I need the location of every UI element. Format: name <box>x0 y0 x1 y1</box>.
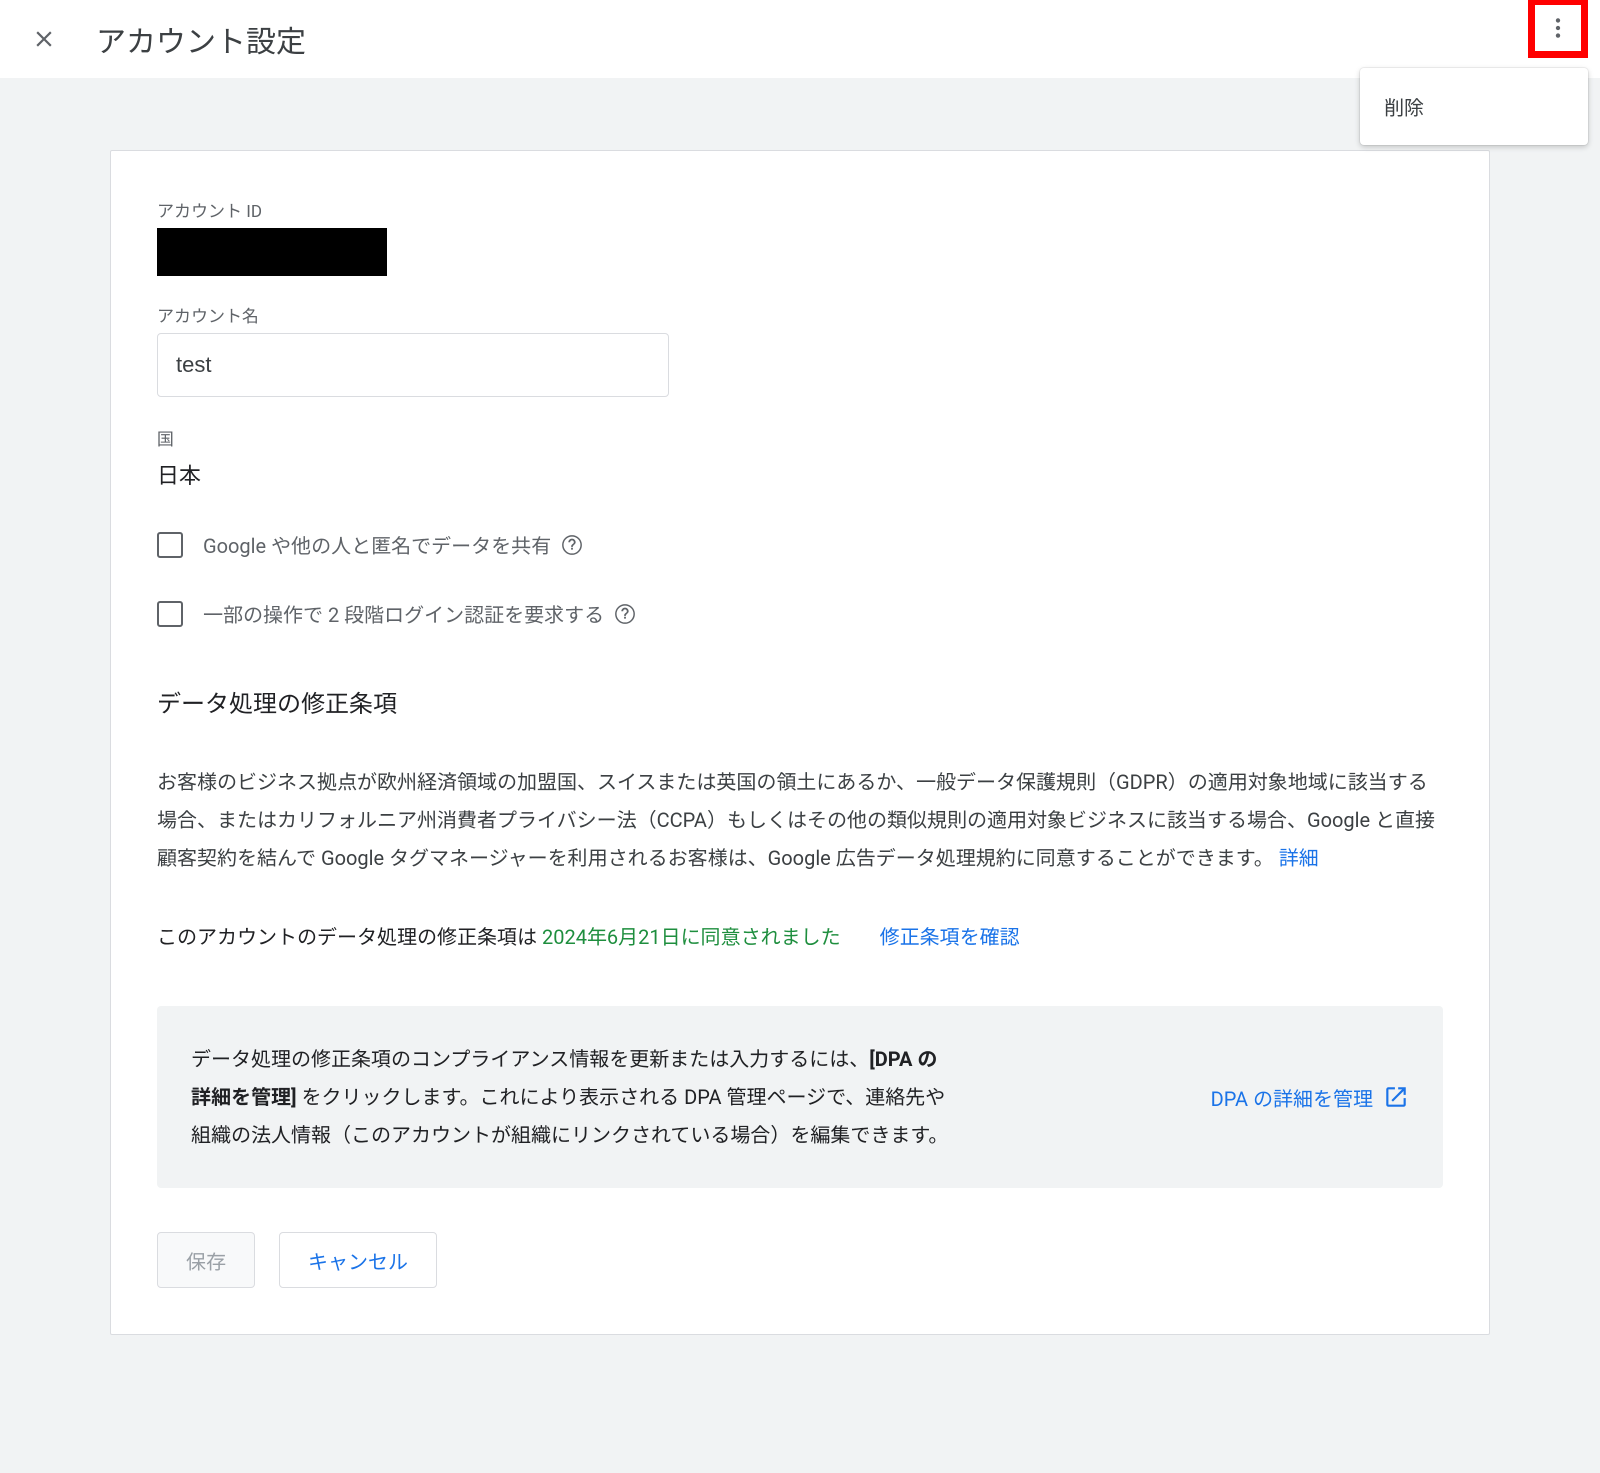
dpa-info-text: データ処理の修正条項のコンプライアンス情報を更新または入力するには、[DPA の… <box>191 1040 951 1154</box>
dpa-manage-link[interactable]: DPA の詳細を管理 <box>1211 1083 1409 1112</box>
dpa-details-link[interactable]: 詳細 <box>1279 846 1319 870</box>
account-id-label: アカウント ID <box>157 197 1443 222</box>
dpa-agree-date: 2024年6月21日に同意されました <box>542 925 841 949</box>
help-icon[interactable] <box>614 603 636 625</box>
dpa-heading: データ処理の修正条項 <box>157 684 1443 719</box>
anon-share-label: Google や他の人と匿名でデータを共有 <box>203 530 551 559</box>
open-in-new-icon <box>1383 1084 1409 1110</box>
menu-item-delete[interactable]: 削除 <box>1360 78 1588 135</box>
close-button[interactable] <box>20 15 68 63</box>
more-menu-dropdown: 削除 <box>1360 68 1588 145</box>
two-step-checkbox[interactable] <box>157 601 183 627</box>
dpa-agreement-row: このアカウントのデータ処理の修正条項は 2024年6月21日に同意されました 修… <box>157 921 1443 950</box>
dpa-info-box: データ処理の修正条項のコンプライアンス情報を更新または入力するには、[DPA の… <box>157 1006 1443 1188</box>
country-label: 国 <box>157 425 1443 450</box>
two-step-label: 一部の操作で 2 段階ログイン認証を要求する <box>203 599 604 628</box>
help-icon[interactable] <box>561 534 583 556</box>
account-id-value-redacted <box>157 228 387 276</box>
anon-share-checkbox[interactable] <box>157 532 183 558</box>
dpa-body: お客様のビジネス拠点が欧州経済領域の加盟国、スイスまたは英国の領土にあるか、一般… <box>157 763 1443 877</box>
save-button: 保存 <box>157 1232 255 1288</box>
dialog-title: アカウント設定 <box>96 17 306 61</box>
country-value: 日本 <box>157 458 1443 490</box>
account-name-input[interactable] <box>157 333 669 397</box>
more-menu-button[interactable] <box>1528 0 1588 58</box>
close-icon <box>31 26 57 52</box>
cancel-button[interactable]: キャンセル <box>279 1232 437 1288</box>
dialog-header: アカウント設定 削除 <box>0 0 1600 78</box>
more-vert-icon <box>1545 15 1571 41</box>
settings-card: アカウント ID アカウント名 国 日本 Google や他の人と匿名でデータを… <box>110 150 1490 1335</box>
account-name-label: アカウント名 <box>157 302 1443 327</box>
dpa-confirm-link[interactable]: 修正条項を確認 <box>880 925 1020 949</box>
